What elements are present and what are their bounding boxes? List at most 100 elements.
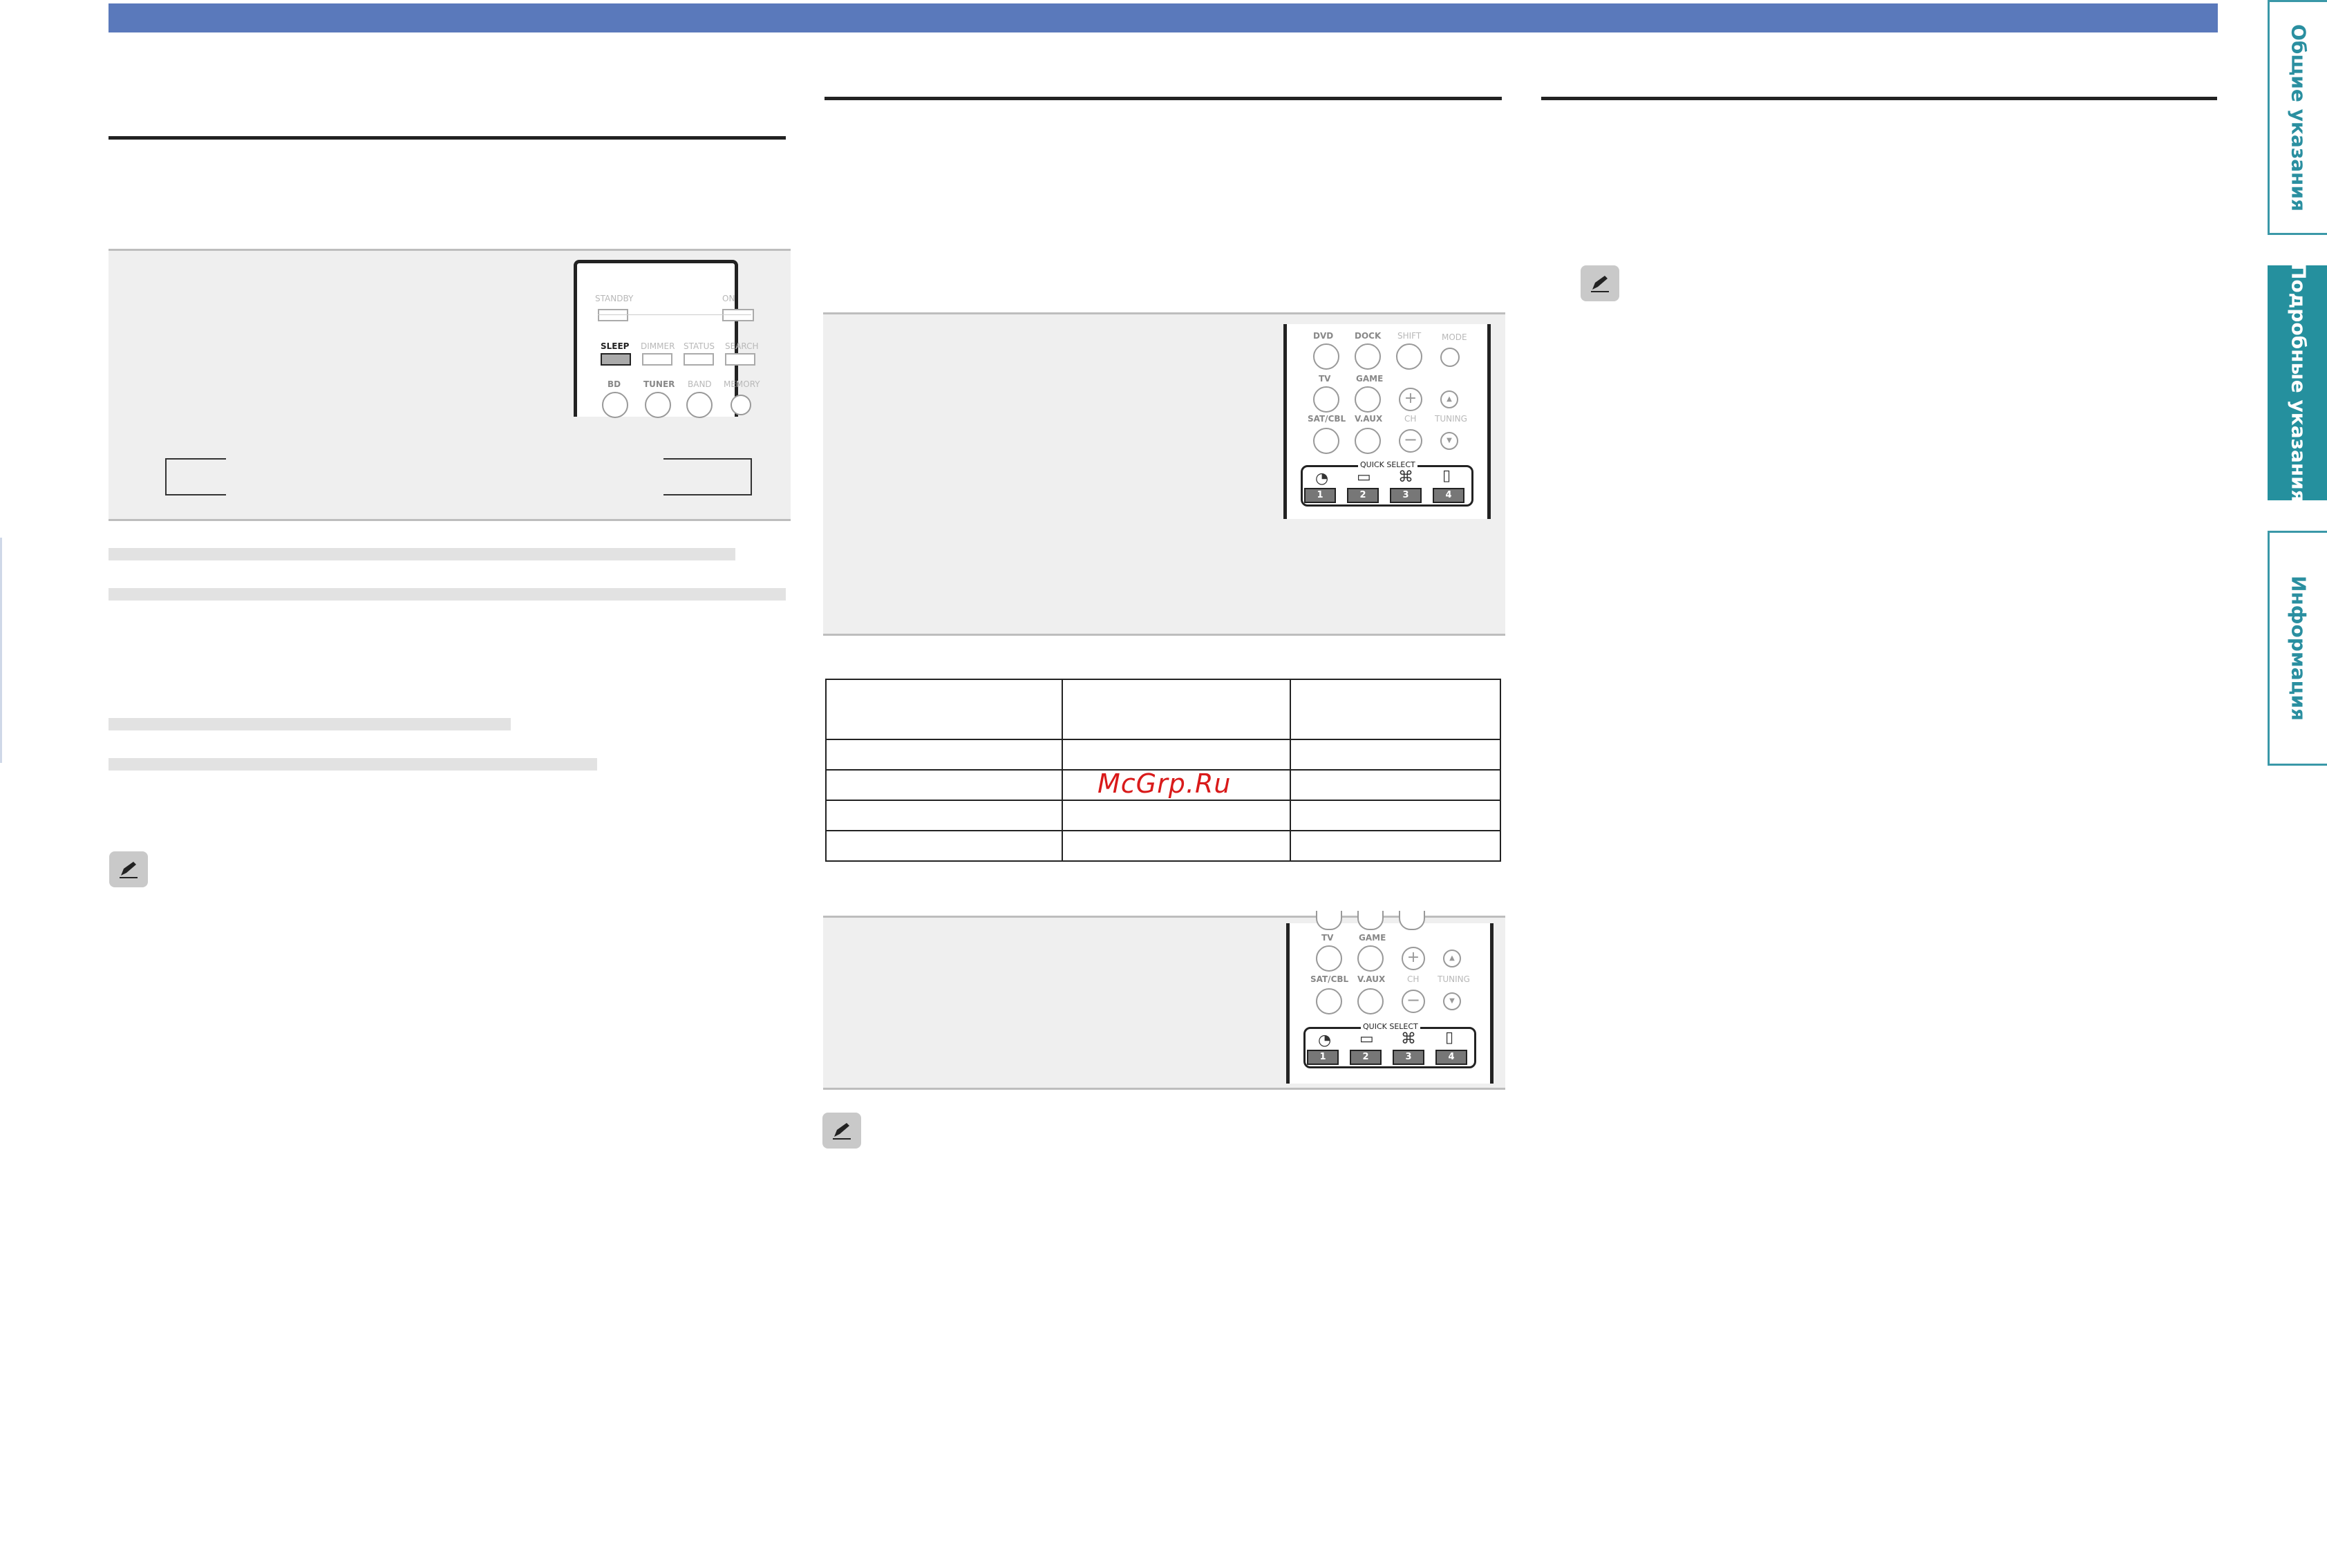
status-label: STATUS [684, 341, 715, 351]
tab-detailed-instructions[interactable]: Подробные указания [2268, 263, 2327, 502]
speaker-icon: ▯ [1445, 1029, 1454, 1046]
table-cell [1062, 739, 1291, 771]
step-panel: DVD DOCK SHIFT MODE TV GAME + ▲ SAT/CBL … [823, 312, 1505, 523]
text-line [109, 588, 786, 601]
plus-button: + [1399, 388, 1422, 411]
dvd-button [1313, 343, 1339, 370]
watermark: McGrp.Ru [1097, 768, 1232, 799]
sat-cbl-button [1313, 428, 1339, 454]
quick-select-group: QUICK SELECT ◔ ▭ ⌘ ▯ 1 2 3 4 [1301, 460, 1473, 507]
pencil-icon [822, 1113, 861, 1149]
text-line [109, 758, 597, 771]
table-cell [1290, 800, 1501, 831]
section-rule [109, 136, 786, 140]
dock-label: DOCK [1355, 331, 1382, 341]
table-row [825, 800, 1501, 831]
section-rule [825, 97, 1502, 100]
tuning-label: TUNING [1438, 974, 1470, 984]
pencil-icon [1581, 265, 1619, 301]
game-button [1355, 386, 1381, 413]
text-line [109, 548, 735, 560]
tv-button [1316, 945, 1342, 972]
tuning-label: TUNING [1435, 414, 1467, 424]
cycle-bracket-right [663, 458, 752, 495]
partial-button [1399, 911, 1425, 930]
table-header-cell [1062, 679, 1291, 740]
header-bar [109, 3, 2218, 32]
tv-button [1313, 386, 1339, 413]
quick-select-key-2: 2 [1347, 488, 1379, 503]
status-button [684, 353, 714, 366]
up-icon: ▲ [1443, 950, 1461, 967]
tab-general-instructions[interactable]: Общие указания [2268, 0, 2327, 235]
table-cell [1290, 830, 1501, 862]
partial-button [1357, 911, 1384, 930]
gamepad-icon: ⌘ [1401, 1030, 1416, 1048]
ch-label: CH [1407, 974, 1420, 984]
game-label: GAME [1359, 933, 1386, 943]
sat-cbl-button [1316, 988, 1342, 1014]
vaux-button [1355, 428, 1381, 454]
memory-button [731, 395, 751, 415]
quick-select-key-3: 3 [1390, 488, 1422, 503]
step-panel: TV GAME + ▲ SAT/CBL V.AUX CH TUNING − ▼ … [823, 911, 1505, 1090]
dimmer-button [642, 353, 672, 366]
table-cell [825, 830, 1063, 862]
shift-label: SHIFT [1397, 331, 1422, 341]
up-icon: ▲ [1440, 390, 1458, 408]
table-cell [825, 800, 1063, 831]
text-line [109, 718, 511, 730]
bd-button [602, 392, 628, 418]
down-icon: ▼ [1440, 432, 1458, 450]
pencil-icon [109, 851, 148, 887]
table-row [825, 830, 1501, 862]
quick-select-key-1: 1 [1307, 1050, 1339, 1065]
game-button [1357, 945, 1384, 972]
search-label: SEARCH [725, 341, 759, 351]
standby-button [598, 309, 628, 321]
remote-illustration: TV GAME + ▲ SAT/CBL V.AUX CH TUNING − ▼ … [1286, 911, 1494, 1084]
on-button [722, 309, 754, 321]
memory-label: MEMORY [724, 379, 760, 389]
table-header-cell [825, 679, 1063, 740]
section-rule [1541, 97, 2217, 100]
sleep-label: SLEEP [601, 341, 630, 351]
edge-mark [0, 538, 2, 763]
tab-label: Общие указания [2287, 23, 2310, 211]
quick-select-key-4: 4 [1433, 488, 1464, 503]
tab-information[interactable]: Информация [2268, 531, 2327, 766]
standby-label: STANDBY [595, 294, 634, 303]
down-icon: ▼ [1443, 992, 1461, 1010]
vaux-label: V.AUX [1355, 414, 1383, 424]
ch-label: CH [1404, 414, 1417, 424]
band-label: BAND [688, 379, 712, 389]
quick-select-key-2: 2 [1350, 1050, 1382, 1065]
bd-label: BD [607, 379, 621, 389]
table-cell [1062, 800, 1291, 831]
sleep-button [601, 353, 631, 366]
tab-label: Подробные указания [2287, 263, 2310, 502]
dvd-label: DVD [1313, 331, 1334, 341]
gamepad-icon: ⌘ [1398, 469, 1413, 486]
cycle-bracket-left [165, 458, 226, 495]
tv-label: TV [1319, 374, 1331, 384]
remote-illustration: DVD DOCK SHIFT MODE TV GAME + ▲ SAT/CBL … [1283, 324, 1491, 519]
table-header-cell [1290, 679, 1501, 740]
tab-label: Информация [2287, 576, 2310, 721]
search-button [725, 353, 755, 366]
step-panel: STANDBY ON SLEEP DIMMER STATUS SEARCH BD… [109, 249, 791, 521]
tuner-label: TUNER [643, 379, 675, 389]
mode-label: MODE [1442, 332, 1467, 342]
table-cell [1290, 769, 1501, 801]
disc-icon: ◔ [1318, 1032, 1332, 1049]
quick-select-group: QUICK SELECT ◔ ▭ ⌘ ▯ 1 2 3 4 [1303, 1022, 1476, 1068]
on-label: ON [722, 294, 735, 303]
mode-button [1440, 348, 1460, 367]
dock-button [1355, 343, 1381, 370]
tv-label: TV [1321, 933, 1334, 943]
tuner-button [645, 392, 671, 418]
partial-button [1316, 911, 1342, 930]
minus-button: − [1399, 429, 1422, 453]
game-label: GAME [1356, 374, 1384, 384]
quick-select-key-3: 3 [1393, 1050, 1424, 1065]
